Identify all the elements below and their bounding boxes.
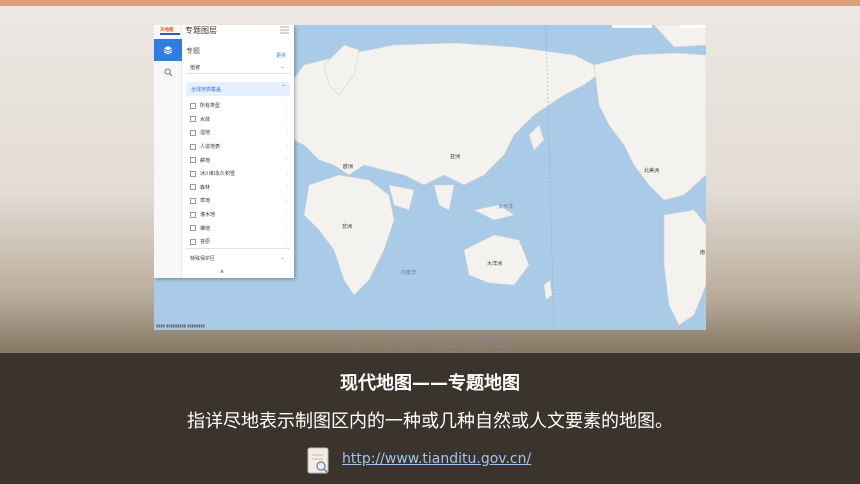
checkbox[interactable] bbox=[190, 197, 196, 204]
section-label: 专题 bbox=[186, 47, 200, 55]
more-icon[interactable]: ⋮ bbox=[284, 225, 290, 231]
more-icon[interactable]: ⋮ bbox=[284, 212, 290, 218]
checkbox[interactable] bbox=[190, 116, 196, 123]
protected-area-group[interactable]: 特殊保护区 bbox=[190, 255, 215, 262]
layer-list: 所有类型 ⋮ 水体 ⋮ 湿地 ⋮ 人造地表 ⋮ 耕地 ⋮ 冰川和永久积雪 ⋮ 森林 ⋮ 草地 ⋮… bbox=[190, 99, 290, 249]
checkbox[interactable] bbox=[190, 129, 196, 136]
map-label-europe: 欧洲 bbox=[343, 164, 354, 170]
search-icon bbox=[164, 68, 172, 76]
map-screenshot: 欧洲 亚洲 非洲 北美洲 大洋洲 太平洋 印度洋 南 ▮▮▮▮ ▮▮▮▮▮▮▮▮… bbox=[154, 25, 706, 330]
map-label-south-america: 南 bbox=[700, 250, 706, 256]
divider bbox=[186, 248, 290, 249]
more-icon[interactable]: ⋮ bbox=[284, 198, 290, 204]
panel-icon-bar bbox=[154, 25, 182, 278]
checkbox[interactable] bbox=[190, 225, 196, 232]
checkbox[interactable] bbox=[190, 211, 196, 218]
layer-item[interactable]: 冰川和永久积雪 ⋮ bbox=[190, 167, 290, 181]
divider bbox=[186, 73, 290, 74]
more-icon[interactable]: ⋮ bbox=[284, 171, 290, 177]
more-icon[interactable]: ⋮ bbox=[284, 103, 290, 109]
layer-item[interactable]: 水体 ⋮ bbox=[190, 113, 290, 127]
search-button[interactable] bbox=[154, 61, 182, 83]
map-label-africa: 非洲 bbox=[342, 224, 353, 230]
more-icon[interactable]: ⋮ bbox=[284, 130, 290, 136]
layer-item[interactable]: 所有类型 ⋮ bbox=[190, 99, 290, 113]
map-attribution: ▮▮▮▮ ▮▮▮▮▮▮▮▮▮ ▮▮▮▮▮▮▮▮ bbox=[156, 323, 205, 328]
more-icon[interactable]: ⋮ bbox=[284, 157, 290, 163]
layer-group-label: 全球地表覆盖 bbox=[191, 87, 222, 93]
layer-item[interactable]: 森林 ⋮ bbox=[190, 181, 290, 195]
collapse-panel-icon[interactable]: ▲ bbox=[220, 268, 224, 274]
checkbox[interactable] bbox=[190, 184, 196, 191]
map-label-north-america: 北美洲 bbox=[644, 168, 660, 174]
slide-description: 指详尽地表示制图区内的一种或几种自然或人文要素的地图。 bbox=[187, 411, 673, 432]
layer-item[interactable]: 灌木地 ⋮ bbox=[190, 208, 290, 222]
chevron-down-icon[interactable]: ⌄ bbox=[280, 254, 285, 261]
map-label-indian-ocean: 印度洋 bbox=[401, 270, 417, 276]
list-menu-icon[interactable] bbox=[280, 26, 289, 34]
map-label-pacific: 太平洋 bbox=[498, 204, 514, 210]
layer-item[interactable]: 人造地表 ⋮ bbox=[190, 140, 290, 154]
more-icon[interactable]: ⋮ bbox=[284, 239, 290, 245]
checkbox[interactable] bbox=[190, 143, 196, 150]
slide: 欧洲 亚洲 非洲 北美洲 大洋洲 太平洋 印度洋 南 ▮▮▮▮ ▮▮▮▮▮▮▮▮… bbox=[0, 0, 860, 484]
layers-button[interactable] bbox=[154, 39, 182, 61]
layer-item[interactable]: 湿地 ⋮ bbox=[190, 126, 290, 140]
map-control-top-right[interactable] bbox=[680, 25, 706, 28]
source-link[interactable]: http://www.tianditu.gov.cn/ bbox=[342, 451, 531, 467]
more-icon[interactable]: ⋮ bbox=[284, 116, 290, 122]
checkbox[interactable] bbox=[190, 170, 196, 177]
checkbox[interactable] bbox=[190, 238, 196, 245]
more-link[interactable]: 更多 bbox=[276, 52, 286, 59]
map-label-asia: 亚洲 bbox=[450, 154, 461, 160]
layer-item[interactable]: 苔原 ⋮ bbox=[190, 235, 290, 249]
tianditu-logo: 天地图 bbox=[160, 26, 180, 35]
more-icon[interactable]: ⋮ bbox=[284, 144, 290, 150]
map-control-top[interactable] bbox=[612, 25, 652, 28]
theme-select[interactable]: 植被 bbox=[190, 64, 200, 71]
svg-text:天地图: 天地图 bbox=[160, 26, 174, 33]
layer-item[interactable]: 耕地 ⋮ bbox=[190, 153, 290, 167]
chevron-up-icon: ⌃ bbox=[280, 84, 286, 91]
panel-title: 专题图层 bbox=[185, 26, 217, 35]
top-accent-band bbox=[0, 0, 860, 6]
slide-heading: 现代地图——专题地图 bbox=[340, 373, 520, 394]
checkbox[interactable] bbox=[190, 102, 196, 109]
layers-icon bbox=[163, 46, 173, 55]
figure-caption: 图6 全球森林图层专题地图 bbox=[347, 335, 513, 350]
chevron-down-icon[interactable]: ⌄ bbox=[280, 63, 285, 70]
thematic-layer-panel: 天地图 专题图层 专题 更多 植被 ⌄ 全球地表覆盖 ⌃ 所有类型 ⋮ 水体 ⋮ 湿… bbox=[154, 25, 294, 278]
layer-item[interactable]: 裸地 ⋮ bbox=[190, 221, 290, 235]
more-icon[interactable]: ⋮ bbox=[284, 184, 290, 190]
map-label-oceania: 大洋洲 bbox=[487, 261, 503, 267]
checkbox[interactable] bbox=[190, 157, 196, 164]
footer-band: 现代地图——专题地图 指详尽地表示制图区内的一种或几种自然或人文要素的地图。 h… bbox=[0, 353, 860, 484]
document-search-icon bbox=[307, 447, 329, 474]
layer-item[interactable]: 草地 ⋮ bbox=[190, 194, 290, 208]
layer-group-header[interactable]: 全球地表覆盖 ⌃ bbox=[186, 82, 290, 96]
